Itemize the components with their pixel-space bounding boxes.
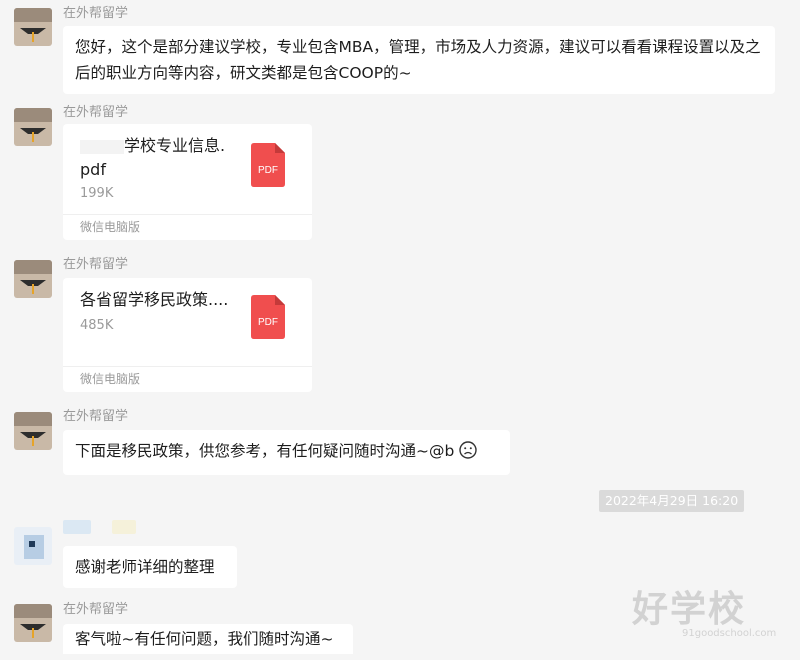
message-bubble[interactable]: 客气啦~有任何问题，我们随时沟通~ [63,624,353,654]
file-name-redacted [80,139,124,154]
sender-name: 在外帮留学 [63,602,129,617]
file-footer: 微信电脑版 [63,214,312,238]
file-name: 学校专业信息. pdf [80,134,240,182]
message-text: 您好，这个是部分建议学校，专业包含MBA，管理，市场及人力资源，建议可以看看课程… [75,38,761,82]
message-text: 感谢老师详细的整理 [75,558,215,576]
pdf-file-icon: PDF [251,143,285,187]
message-text: 客气啦~有任何问题，我们随时沟通~ [75,630,334,648]
file-name-line2: pdf [80,160,106,179]
contact-name-blurred [112,520,136,534]
message-text-content: 下面是移民政策，供您参考，有任何疑问随时沟通~@b [75,442,455,460]
sad-emoji-icon [459,441,477,467]
sender-name: 在外帮留学 [63,409,129,424]
timestamp-divider: 2022年4月29日 16:20 [599,490,745,512]
sender-avatar[interactable] [14,108,52,146]
watermark-logo-text: 好学校 [632,589,747,630]
file-attachment[interactable]: 各省留学移民政策.... 485K PDF 微信电脑版 [63,278,312,392]
pdf-file-icon: PDF [251,295,285,339]
sender-name: 在外帮留学 [63,257,129,272]
message-bubble[interactable]: 您好，这个是部分建议学校，专业包含MBA，管理，市场及人力资源，建议可以看看课程… [63,26,775,94]
file-footer: 微信电脑版 [63,366,312,390]
sender-name: 在外帮留学 [63,6,129,21]
sender-avatar[interactable] [14,8,52,46]
message-bubble[interactable]: 感谢老师详细的整理 [63,546,237,588]
message-text: 下面是移民政策，供您参考，有任何疑问随时沟通~@b [63,430,510,475]
site-watermark: 好学校 91goodschool.com [632,580,776,639]
contact-avatar[interactable] [14,527,52,565]
file-size: 485K [80,318,114,333]
pdf-icon-label: PDF [258,317,278,328]
pdf-icon-label: PDF [258,165,278,176]
sender-avatar[interactable] [14,604,52,642]
file-attachment[interactable]: 学校专业信息. pdf 199K PDF 微信电脑版 [63,124,312,240]
watermark-url: 91goodschool.com [682,628,777,639]
sender-avatar[interactable] [14,412,52,450]
file-size: 199K [80,186,114,201]
file-name: 各省留学移民政策.... [80,290,229,309]
file-name-line1: 学校专业信息. [124,136,226,155]
sender-name: 在外帮留学 [63,105,129,120]
sender-avatar[interactable] [14,260,52,298]
contact-name-blurred [63,520,91,534]
message-bubble[interactable]: 下面是移民政策，供您参考，有任何疑问随时沟通~@b [63,430,510,475]
